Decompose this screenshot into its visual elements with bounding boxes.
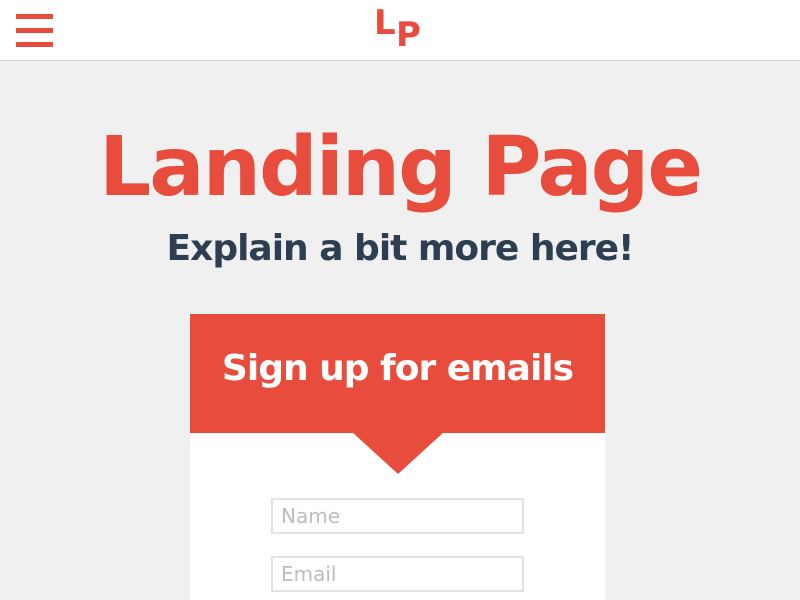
logo-letter-p: P <box>396 15 421 55</box>
page-subtitle: Explain a bit more here! <box>166 228 635 269</box>
logo[interactable]: L P <box>374 6 426 52</box>
signup-card-pointer <box>352 432 444 474</box>
name-field[interactable] <box>271 498 524 534</box>
page-title: Landing Page <box>99 120 703 215</box>
hamburger-menu-icon[interactable] <box>16 14 53 48</box>
email-field[interactable] <box>271 556 524 592</box>
top-navigation-bar: L P <box>0 0 800 61</box>
signup-card-header: Sign up for emails <box>190 314 605 433</box>
signup-heading: Sign up for emails <box>221 348 574 389</box>
logo-letter-l: L <box>374 3 396 43</box>
